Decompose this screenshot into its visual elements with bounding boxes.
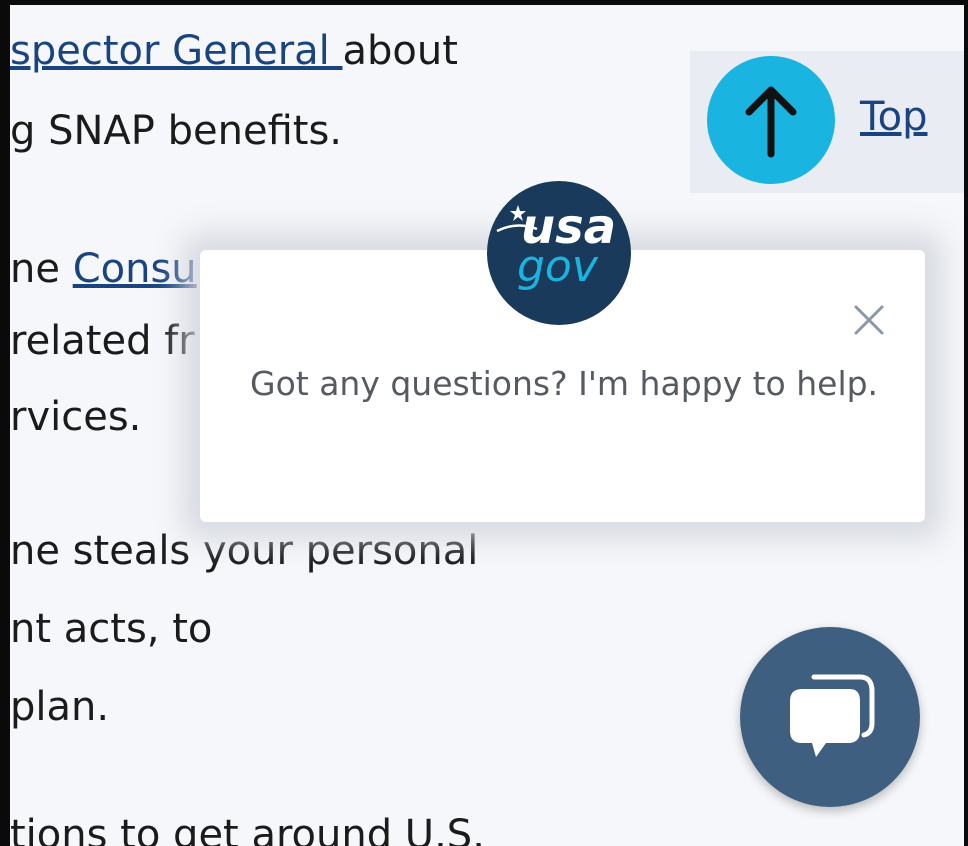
- article-line: g SNAP benefits.: [10, 108, 343, 154]
- chat-launcher-button[interactable]: [740, 627, 920, 807]
- chat-bubble-icon: [790, 674, 875, 757]
- article-line: rvices.: [10, 394, 142, 440]
- arrow-up-icon: [745, 86, 797, 158]
- back-to-top-button[interactable]: [707, 56, 835, 184]
- article-line: ne steals your personal: [10, 528, 479, 574]
- article-line: spector General about: [10, 28, 458, 74]
- article-line: tions to get around U.S.: [10, 812, 485, 846]
- article-line: plan.: [10, 684, 110, 730]
- inspector-general-link[interactable]: spector General: [10, 28, 343, 74]
- close-chat-button[interactable]: [847, 298, 891, 342]
- article-line: ne Consu: [10, 246, 197, 292]
- consumer-link[interactable]: Consu: [73, 246, 197, 292]
- logo-text-gov: gov: [517, 241, 598, 292]
- article-line: related fr: [10, 318, 195, 364]
- article-line: nt acts, to: [10, 606, 213, 652]
- page-viewport: spector General about g SNAP benefits. n…: [10, 5, 964, 846]
- usagov-logo: usa gov: [487, 181, 631, 325]
- chat-message: Got any questions? I'm happy to help.: [250, 364, 879, 403]
- close-icon: [854, 305, 884, 335]
- back-to-top-link[interactable]: Top: [860, 97, 928, 137]
